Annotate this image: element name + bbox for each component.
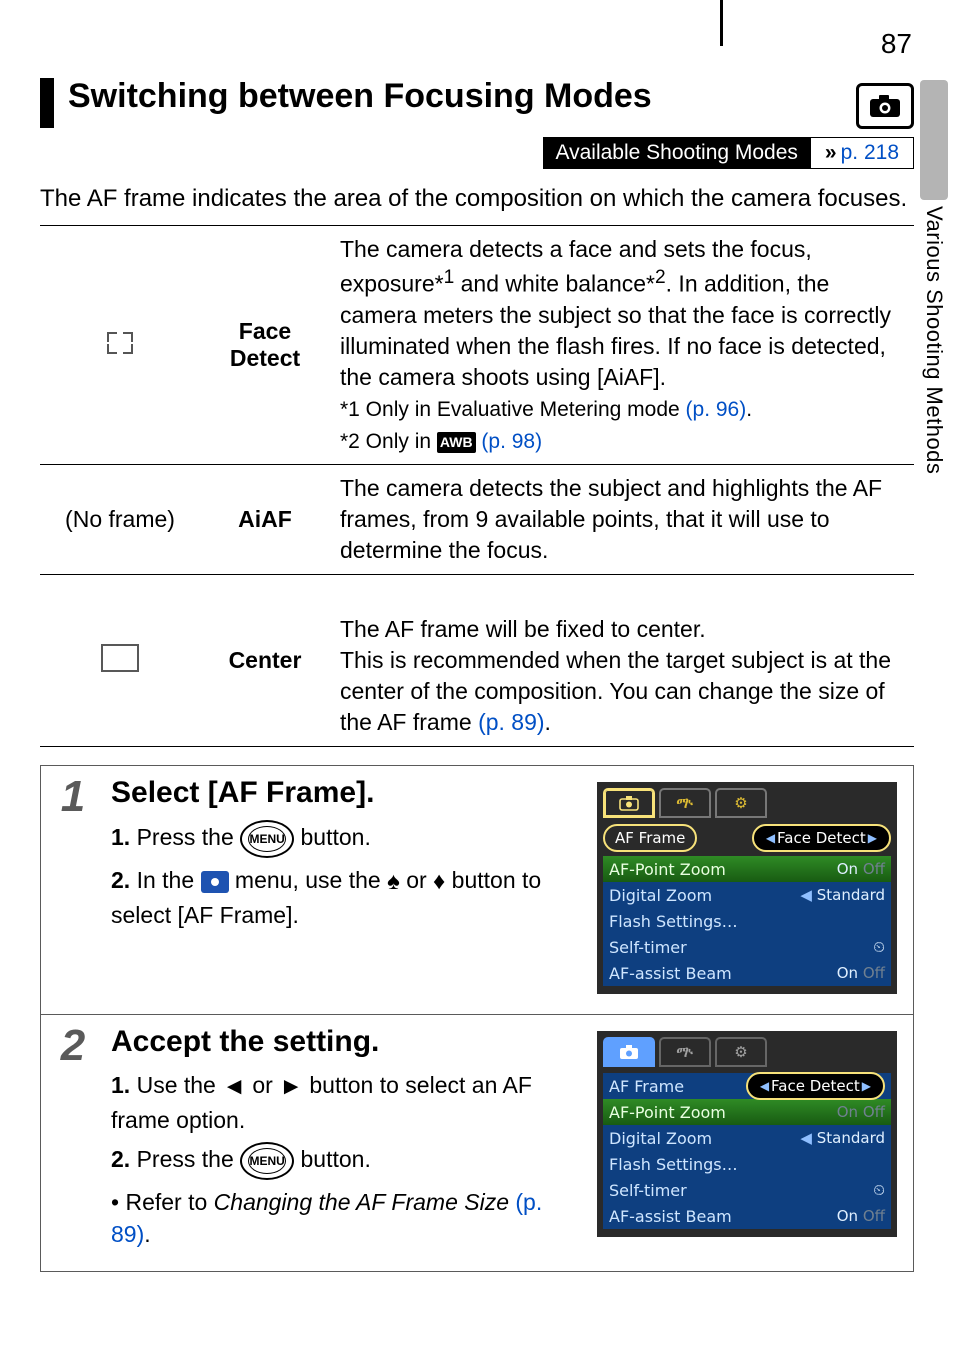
lcd-row: AF Frame ◀Face Detect▶ bbox=[603, 1073, 891, 1099]
step-item: 2. In the menu, use the ♠ or ♦ button to… bbox=[111, 864, 583, 931]
up-arrow-icon: ♠ bbox=[387, 868, 400, 895]
side-tab: Various Shooting Methods bbox=[919, 80, 949, 474]
lcd-tab-settings-icon: ⚙ bbox=[715, 1037, 767, 1067]
mode-icon-cell: (No frame) bbox=[40, 464, 200, 574]
timer-icon: ⏲ bbox=[873, 1181, 885, 1199]
down-arrow-icon: ♦ bbox=[433, 868, 445, 895]
camera-icon bbox=[868, 93, 902, 119]
rec-menu-icon bbox=[201, 871, 229, 893]
lcd-row: Digital Zoom ◀ Standard bbox=[603, 882, 891, 908]
menu-button-icon: MENU bbox=[240, 1142, 294, 1180]
timer-icon: ⏲ bbox=[873, 938, 885, 956]
lcd-selected-value: ◀Face Detect▶ bbox=[752, 824, 891, 852]
divider bbox=[720, 0, 723, 46]
lcd-tab-settings-icon: ⚙ bbox=[715, 788, 767, 818]
lcd-row: Self-timer ⏲ bbox=[603, 1177, 891, 1203]
step-title: Select [AF Frame]. bbox=[111, 776, 583, 810]
camera-mode-icon bbox=[856, 83, 914, 129]
left-arrow-icon: ◄ bbox=[222, 1073, 246, 1100]
step-item: 1. Use the ◄ or ► button to select an AF… bbox=[111, 1069, 583, 1136]
step-item: 2. Press the MENU button. bbox=[111, 1142, 583, 1180]
step-item: 1. Press the MENU button. bbox=[111, 820, 583, 858]
step-number: 2 bbox=[41, 1015, 105, 1270]
step-bullet: Refer to Changing the AF Frame Size (p. … bbox=[111, 1186, 583, 1250]
right-arrow-icon: ► bbox=[279, 1073, 303, 1100]
center-frame-icon bbox=[101, 644, 139, 672]
chevron-left-icon: ◀ bbox=[800, 886, 812, 904]
focusing-modes-table: Face Detect The camera detects a face an… bbox=[40, 225, 914, 747]
lcd-row: AF-Point Zoom On Off bbox=[603, 1099, 891, 1125]
mode-icon-cell bbox=[40, 226, 200, 465]
page-link[interactable]: (p. 98) bbox=[476, 430, 543, 453]
step-number: 1 bbox=[41, 766, 105, 1014]
lcd-row: AF-assist Beam On Off bbox=[603, 960, 891, 986]
lcd-tab-camera-icon bbox=[603, 1037, 655, 1067]
mode-name: Face Detect bbox=[200, 226, 330, 465]
table-row: Face Detect The camera detects a face an… bbox=[40, 226, 914, 465]
step-row: 1 Select [AF Frame]. 1. Press the MENU b… bbox=[41, 766, 913, 1014]
lcd-row: Self-timer ⏲ bbox=[603, 934, 891, 960]
steps-table: 1 Select [AF Frame]. 1. Press the MENU b… bbox=[40, 765, 914, 1271]
side-tab-label: Various Shooting Methods bbox=[921, 206, 947, 474]
mode-desc: The camera detects a face and sets the f… bbox=[330, 226, 914, 465]
available-modes-label: Available Shooting Modes bbox=[543, 137, 809, 169]
step-row: 2 Accept the setting. 1. Use the ◄ or ► … bbox=[41, 1014, 913, 1270]
menu-button-icon: MENU bbox=[240, 820, 294, 858]
page-number: 87 bbox=[881, 28, 912, 60]
mode-desc: The AF frame will be fixed to center. Th… bbox=[330, 575, 914, 747]
page-title: Switching between Focusing Modes bbox=[68, 78, 842, 115]
lcd-row: AF-assist Beam On Off bbox=[603, 1203, 891, 1229]
lcd-row: Digital Zoom ◀ Standard bbox=[603, 1125, 891, 1151]
page-link[interactable]: (p. 96) bbox=[686, 398, 747, 421]
lcd-tab-tools-icon: ᎁ bbox=[659, 1037, 711, 1067]
awb-icon: AWB bbox=[437, 432, 476, 453]
table-row: (No frame) AiAF The camera detects the s… bbox=[40, 464, 914, 574]
intro-text: The AF frame indicates the area of the c… bbox=[40, 183, 914, 215]
table-row: Center The AF frame will be fixed to cen… bbox=[40, 575, 914, 747]
chevron-left-icon: ◀ bbox=[800, 1129, 812, 1147]
lcd-tab-camera-icon bbox=[603, 788, 655, 818]
heading-bar bbox=[40, 78, 54, 128]
lcd-selected-value: ◀Face Detect▶ bbox=[746, 1072, 885, 1100]
step-title: Accept the setting. bbox=[111, 1025, 583, 1059]
mode-desc: The camera detects the subject and highl… bbox=[330, 464, 914, 574]
page-link[interactable]: (p. 89) bbox=[478, 709, 544, 735]
mode-name: AiAF bbox=[200, 464, 330, 574]
lcd-row: Flash Settings… bbox=[603, 908, 891, 934]
lcd-preview: ᎁ ⚙ AF Frame ◀Face Detect▶ AF-Point Zoom… bbox=[591, 1023, 903, 1256]
face-detect-corners-icon bbox=[107, 332, 133, 354]
lcd-selected-key: AF Frame bbox=[603, 824, 697, 852]
mode-icon-cell bbox=[40, 575, 200, 747]
lcd-tab-tools-icon: ᎁ bbox=[659, 788, 711, 818]
mode-name: Center bbox=[200, 575, 330, 747]
available-modes-link[interactable]: »p. 218 bbox=[810, 137, 914, 169]
lcd-row: AF-Point Zoom On Off bbox=[603, 856, 891, 882]
chevron-icon: » bbox=[825, 141, 837, 164]
lcd-preview: ᎁ ⚙ AF Frame ◀Face Detect▶ AF-Point Zoom… bbox=[591, 774, 903, 1000]
lcd-row: Flash Settings… bbox=[603, 1151, 891, 1177]
